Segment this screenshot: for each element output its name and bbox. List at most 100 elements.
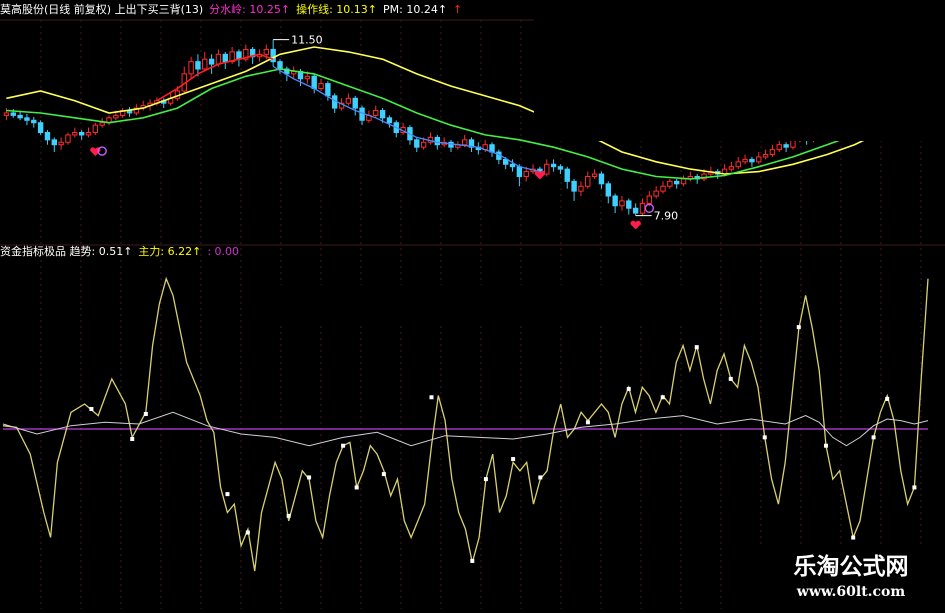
candle-body: [352, 97, 358, 109]
indicator-point-marker: [130, 437, 135, 442]
indicator-point-marker: [796, 325, 801, 330]
candle-body: [420, 141, 427, 148]
candle-body: [195, 61, 201, 70]
indicator-point-marker: [762, 435, 767, 440]
candle-body: [557, 166, 564, 170]
candle-body: [598, 173, 605, 185]
candle-body: [612, 195, 618, 207]
candle-body: [85, 132, 92, 136]
candle-body: [78, 132, 85, 136]
candle-body: [379, 110, 386, 119]
candle-body: [188, 61, 194, 75]
candle-body: [585, 175, 591, 187]
candle-body: [667, 180, 673, 187]
candle-body: [318, 83, 324, 90]
candle-body: [639, 202, 646, 214]
indicator-point-marker: [429, 395, 434, 400]
buy-signal-marker: [630, 220, 641, 230]
indicator-point-marker: [728, 376, 733, 381]
candle-body: [304, 75, 311, 80]
candle-body: [564, 168, 570, 182]
price-header-item-4: ↑: [453, 3, 463, 16]
candle-body: [756, 156, 762, 163]
candle-body: [414, 139, 420, 148]
candle-body: [31, 119, 37, 124]
candle-body: [632, 207, 639, 214]
candle-body: [571, 180, 577, 192]
price-header-item-0: 莫高股份(日线 前复权) 上出下买三背(13): [0, 3, 204, 16]
indicator-header-item-1: 主力: 6.22↑: [138, 245, 202, 258]
candle-body: [461, 139, 468, 146]
candle-body: [735, 161, 741, 168]
candle-body: [523, 171, 529, 177]
candle-body: [626, 200, 632, 209]
candle-body: [509, 163, 516, 168]
candle-body: [3, 112, 10, 116]
candle-body: [263, 48, 270, 55]
candle-body: [37, 122, 44, 133]
price-header-item-1: 分水岭: 10.25↑: [209, 3, 291, 16]
candle-body: [660, 185, 666, 192]
candle-body: [222, 53, 228, 63]
candle-body: [270, 48, 276, 63]
watermark-title: 乐淘公式网: [793, 553, 909, 580]
indicator-point-marker: [483, 477, 488, 482]
candle-body: [325, 83, 331, 97]
candle-body: [92, 124, 99, 134]
candle-body: [728, 166, 735, 170]
candle-body: [24, 117, 30, 121]
candle-body: [742, 158, 748, 163]
indicator-point-marker: [871, 435, 876, 440]
candle-body: [58, 141, 64, 146]
indicator-point-marker: [143, 411, 148, 416]
candle-body: [277, 61, 283, 70]
candle-body: [345, 97, 352, 104]
indicator-point-marker: [511, 457, 516, 462]
candle-body: [619, 200, 625, 207]
indicator-point-marker: [660, 395, 665, 400]
indicator-point-marker: [89, 406, 94, 411]
indicator-point-marker: [381, 472, 386, 477]
price-ma-line-2: [156, 53, 274, 102]
candle-body: [17, 114, 23, 119]
stock-chart-window: 11.50 7.90 莫高股份(日线 前复权) 上出下买三背(13) 分水岭: 10…: [0, 0, 945, 609]
indicator-point-marker: [354, 485, 359, 490]
candle-body: [10, 112, 16, 116]
candle-body: [51, 139, 57, 146]
candle-body: [65, 134, 71, 143]
indicator-point-marker: [341, 443, 346, 448]
watermark-url: www.60lt.com: [796, 584, 906, 600]
candle-body: [373, 110, 379, 116]
candle-body: [516, 166, 523, 177]
candle-body: [113, 114, 119, 119]
indicator-point-marker: [286, 513, 291, 518]
price-panel-header: 莫高股份(日线 前复权) 上出下买三背(13) 分水岭: 10.25↑ 操作线: 1…: [0, 2, 468, 18]
candle-body: [653, 190, 659, 197]
indicator-point-marker: [225, 492, 230, 497]
candle-body: [215, 53, 222, 65]
indicator-point-marker: [307, 475, 312, 480]
indicator-point-marker: [823, 443, 828, 448]
indicator-point-marker: [626, 386, 631, 391]
candle-body: [578, 185, 584, 192]
candle-body: [591, 173, 598, 177]
watermark: 乐淘公式网 www.60lt.com: [757, 548, 945, 609]
candle-body: [769, 149, 776, 155]
candle-body: [544, 163, 550, 175]
candle-body: [605, 183, 611, 197]
price-callout-label: 7.90: [654, 210, 679, 223]
masked-region-top-right: [534, 0, 945, 141]
candle-body: [202, 58, 208, 70]
candle-body: [44, 132, 51, 141]
candle-body: [386, 117, 393, 124]
candle-body: [749, 158, 755, 163]
candle-body: [434, 136, 441, 146]
indicator-panel-header: 资金指标极品 趋势: 0.51↑ 主力: 6.22↑: 0.00: [0, 244, 245, 260]
indicator-point-marker: [538, 475, 543, 480]
candle-body: [99, 122, 105, 126]
indicator-point-marker: [694, 345, 699, 350]
candle-body: [673, 180, 680, 185]
indicator-point-marker: [885, 396, 890, 401]
candle-body: [208, 58, 215, 65]
indicator-point-marker: [912, 485, 917, 490]
